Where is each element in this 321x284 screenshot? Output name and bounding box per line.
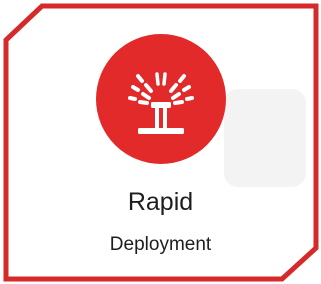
shadow-card: [224, 89, 306, 187]
sprinkler-icon: [128, 72, 194, 134]
sprinkler-badge: [96, 34, 226, 164]
tile-title: Rapid: [127, 188, 194, 216]
tile-subtitle: Deployment: [109, 234, 212, 255]
